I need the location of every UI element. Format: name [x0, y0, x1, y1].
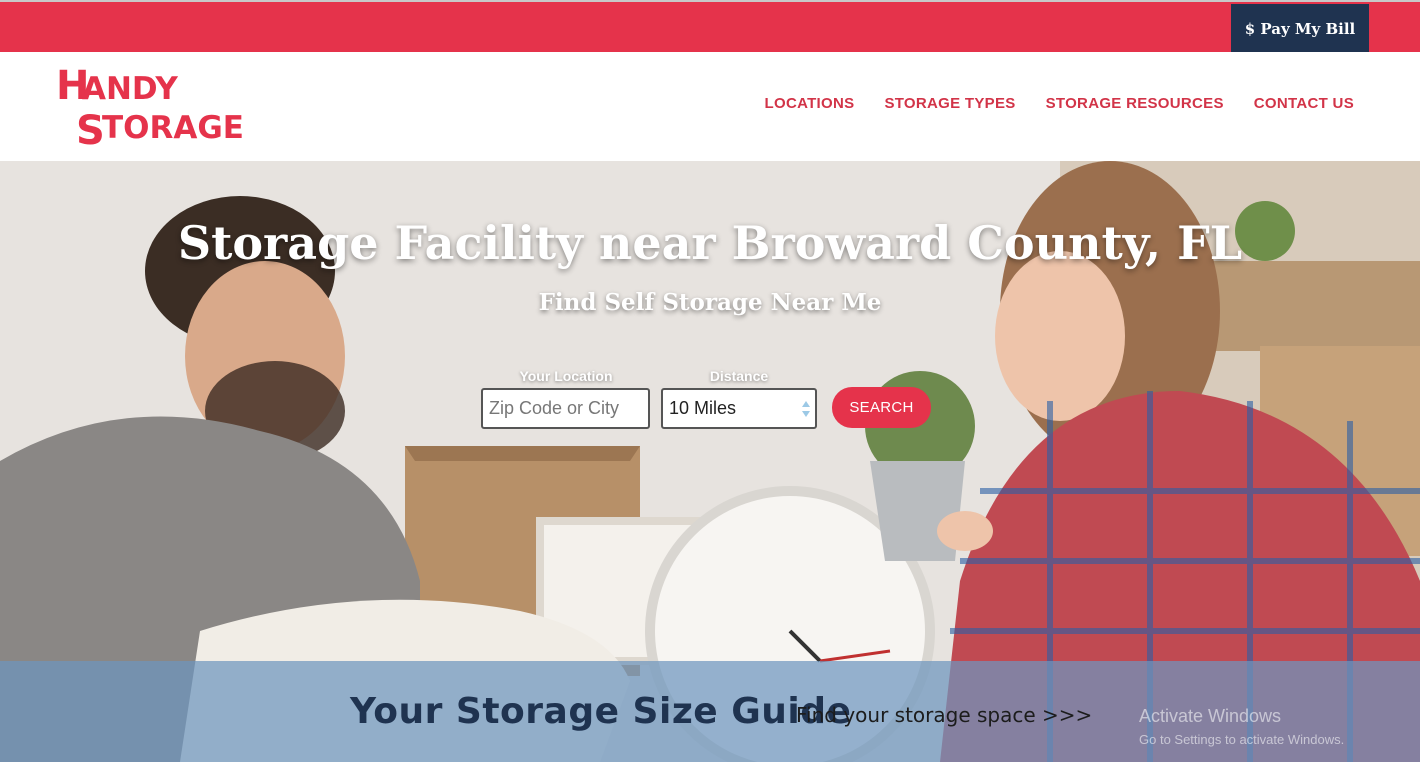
activate-windows-watermark: Activate Windows — [1139, 706, 1282, 726]
find-storage-space-link[interactable]: Find your storage space >>> — [796, 703, 1092, 727]
handy-storage-logo[interactable]: H ANDY S TORAGE — [56, 63, 266, 154]
pay-my-bill-button[interactable]: $ Pay My Bill — [1231, 4, 1369, 54]
distance-value: 10 Miles — [669, 398, 737, 418]
svg-text:ANDY: ANDY — [82, 71, 178, 107]
search-button[interactable]: SEARCH — [832, 387, 931, 428]
nav-storage-resources[interactable]: STORAGE RESOURCES — [1046, 95, 1224, 112]
distance-select[interactable]: 10 Miles — [661, 388, 817, 429]
hero-subtitle: Find Self Storage Near Me — [538, 289, 882, 316]
location-label: Your Location — [519, 368, 613, 384]
spinner-arrows-icon — [802, 401, 810, 417]
svg-text:S: S — [76, 108, 105, 148]
hero-banner: Storage Facility near Broward County, FL… — [0, 161, 1420, 762]
site-header: H ANDY S TORAGE LOCATIONS STORAGE TYPES … — [0, 52, 1420, 161]
guide-title: Your Storage Size Guide — [350, 691, 852, 732]
svg-text:TORAGE: TORAGE — [102, 110, 244, 146]
hero-title: Storage Facility near Broward County, FL — [177, 216, 1243, 270]
distance-label: Distance — [709, 368, 769, 384]
location-input[interactable] — [481, 388, 650, 429]
nav-contact-us[interactable]: CONTACT US — [1254, 95, 1354, 112]
nav-locations[interactable]: LOCATIONS — [765, 95, 855, 112]
main-nav: LOCATIONS STORAGE TYPES STORAGE RESOURCE… — [765, 95, 1354, 112]
nav-storage-types[interactable]: STORAGE TYPES — [884, 95, 1015, 112]
top-bar: $ Pay My Bill — [0, 0, 1420, 54]
activate-windows-subtext: Go to Settings to activate Windows. — [1139, 732, 1345, 747]
logo-graphic: H ANDY S TORAGE — [56, 63, 244, 154]
